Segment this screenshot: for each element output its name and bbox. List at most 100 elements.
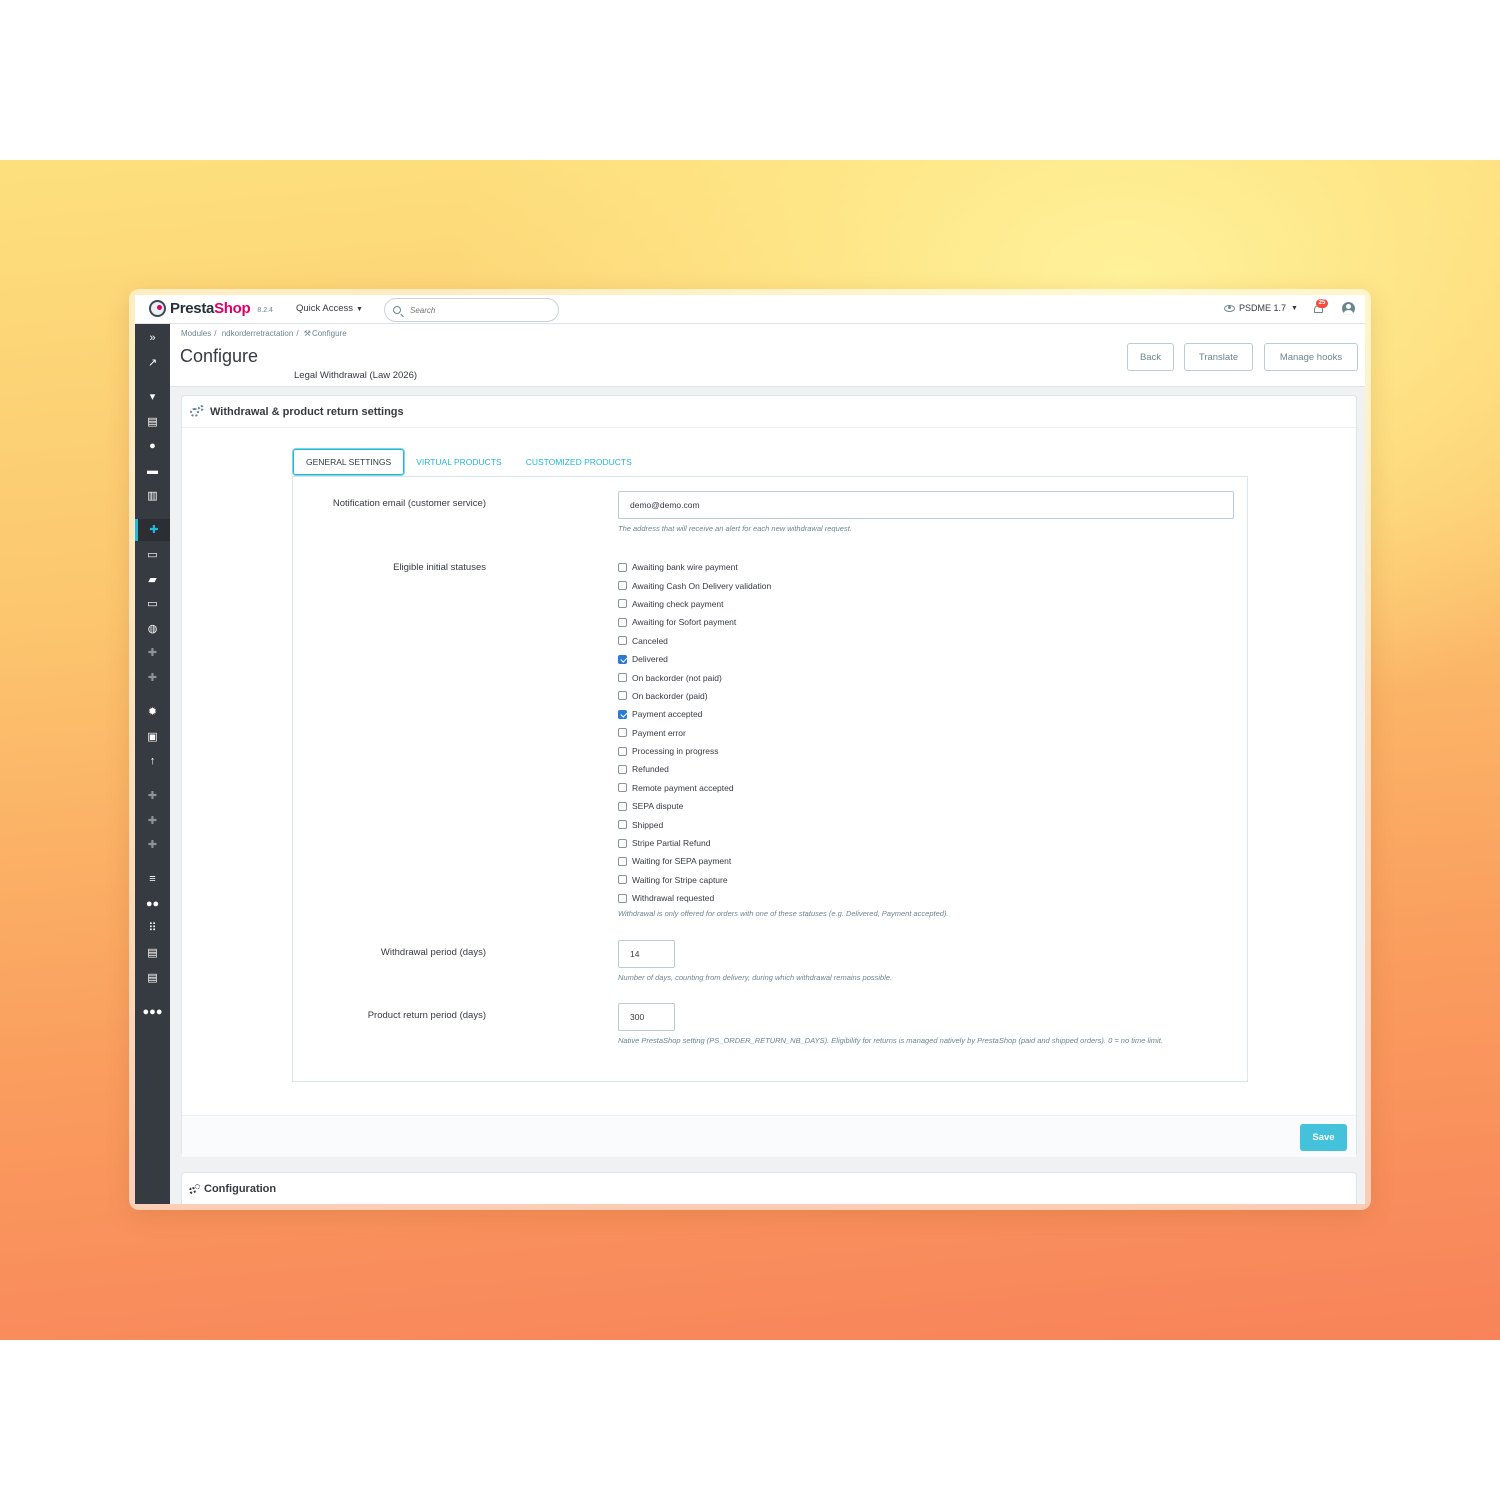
status-checkbox[interactable] — [618, 636, 627, 646]
status-option[interactable]: Delivered — [618, 650, 771, 668]
status-option[interactable]: On backorder (paid) — [618, 687, 771, 705]
status-checkbox[interactable] — [618, 783, 627, 793]
return-period-label: Product return period (days) — [367, 1010, 486, 1021]
puzzle-icon: ✚ — [147, 814, 158, 827]
sidebar-item-service[interactable]: ▬ — [135, 460, 170, 482]
status-option[interactable]: Stripe Partial Refund — [618, 834, 771, 852]
user-account-icon[interactable] — [1342, 302, 1355, 315]
status-checkbox[interactable] — [618, 691, 627, 701]
tab-virtual-products[interactable]: VIRTUAL PRODUCTS — [404, 449, 514, 475]
globe-icon: ◍ — [147, 622, 158, 635]
quick-access-dropdown[interactable]: Quick Access ▼ — [296, 303, 363, 314]
version-label: 8.2.4 — [257, 306, 273, 314]
shop-selector[interactable]: PSDME 1.7 ▼ — [1224, 303, 1298, 313]
prestashop-logo-icon — [149, 300, 166, 317]
prestashop-logo[interactable]: PrestaShop 8.2.4 — [149, 300, 273, 317]
sidebar-item-list[interactable]: ▤ — [135, 967, 170, 989]
search-box[interactable] — [384, 298, 559, 322]
sidebar-item-people[interactable]: ●● — [135, 893, 170, 915]
chat-icon: ▬ — [147, 464, 158, 477]
search-input[interactable] — [410, 305, 550, 315]
status-checkbox[interactable] — [618, 801, 627, 811]
breadcrumb-item[interactable]: ndkorderretractation — [222, 329, 294, 338]
sidebar-item-design[interactable]: ▭ — [135, 544, 170, 566]
sidebar-item-dashboard[interactable]: ↗ — [135, 352, 170, 374]
status-option[interactable]: Awaiting bank wire payment — [618, 558, 771, 576]
back-button[interactable]: Back — [1127, 343, 1174, 371]
sidebar-item-tune[interactable]: ≡ — [135, 868, 170, 890]
tab-customized-products[interactable]: CUSTOMIZED PRODUCTS — [514, 449, 644, 475]
collapse-sidebar-button[interactable]: » — [135, 327, 170, 349]
groups-icon: ●●● — [142, 1005, 163, 1018]
top-bar: PrestaShop 8.2.4 Quick Access▼ PSDME 1.7… — [135, 295, 1365, 324]
manage-hooks-button[interactable]: Manage hooks — [1264, 343, 1358, 371]
status-option[interactable]: Canceled — [618, 632, 771, 650]
status-checkbox[interactable] — [618, 893, 627, 903]
status-option[interactable]: SEPA dispute — [618, 797, 771, 815]
sidebar-item-module-d[interactable]: ✚ — [135, 810, 170, 832]
status-checkbox[interactable] — [618, 581, 627, 591]
sidebar-item-module-b[interactable]: ✚ — [135, 667, 170, 689]
quick-access-label: Quick Access — [296, 303, 354, 314]
status-checkbox[interactable] — [618, 728, 627, 738]
status-option-label: Awaiting Cash On Delivery validation — [632, 580, 772, 591]
status-option[interactable]: Payment accepted — [618, 705, 771, 723]
sidebar-item-toolbox[interactable]: ▤ — [135, 942, 170, 964]
sidebar-item-module-c[interactable]: ✚ — [135, 785, 170, 807]
status-option[interactable]: Processing in progress — [618, 742, 771, 760]
withdrawal-period-input[interactable]: 14 — [618, 940, 675, 968]
sidebar-item-shop-parameters[interactable]: ✹ — [135, 701, 170, 723]
status-option-label: Withdrawal requested — [632, 893, 715, 904]
status-checkbox[interactable] — [618, 856, 627, 866]
status-option[interactable]: Waiting for SEPA payment — [618, 852, 771, 870]
return-period-input[interactable]: 300 — [618, 1003, 675, 1031]
status-checkbox[interactable] — [618, 673, 627, 683]
sidebar-item-international[interactable]: ◍ — [135, 618, 170, 640]
status-checkbox[interactable] — [618, 838, 627, 848]
status-checkbox[interactable] — [618, 764, 627, 774]
sidebar-item-customers[interactable]: ● — [135, 435, 170, 457]
breadcrumb-separator: / — [214, 329, 217, 338]
sidebar-item-orders[interactable]: ▾ — [135, 386, 170, 408]
status-option[interactable]: Remote payment accepted — [618, 779, 771, 797]
status-option[interactable]: Waiting for Stripe capture — [618, 871, 771, 889]
sidebar-item-advanced-parameters[interactable]: ▣ — [135, 726, 170, 748]
status-checkbox[interactable] — [618, 654, 627, 664]
sidebar-item-groups[interactable]: ●●● — [135, 1001, 170, 1023]
status-checkbox[interactable] — [618, 820, 627, 830]
breadcrumb-item[interactable]: Modules — [181, 329, 211, 338]
sidebar-item-modules[interactable]: ✚ — [135, 519, 170, 541]
toolbox-icon: ▤ — [147, 946, 158, 959]
translate-button[interactable]: Translate — [1184, 343, 1253, 371]
sidebar-item-module-e[interactable]: ✚ — [135, 834, 170, 856]
status-option[interactable]: Awaiting check payment — [618, 595, 771, 613]
status-option[interactable]: Refunded — [618, 760, 771, 778]
notifications-button[interactable]: 25 — [1313, 299, 1328, 316]
save-button[interactable]: Save — [1300, 1124, 1347, 1151]
status-checkbox[interactable] — [618, 562, 627, 572]
tab-general-settings[interactable]: GENERAL SETTINGS — [293, 449, 405, 475]
sidebar-item-upgrade[interactable]: ↑ — [135, 750, 170, 772]
status-checkbox[interactable] — [618, 709, 627, 719]
status-option[interactable]: Awaiting Cash On Delivery validation — [618, 576, 771, 594]
sidebar-item-catalog[interactable]: ▤ — [135, 411, 170, 433]
settings-box-icon: ▣ — [147, 730, 158, 743]
status-checkbox[interactable] — [618, 875, 627, 885]
sidebar-item-module-a[interactable]: ✚ — [135, 642, 170, 664]
status-option[interactable]: Payment error — [618, 724, 771, 742]
tune-icon: ≡ — [149, 872, 156, 885]
status-option[interactable]: Shipped — [618, 815, 771, 833]
status-option[interactable]: On backorder (not paid) — [618, 668, 771, 686]
status-option[interactable]: Withdrawal requested — [618, 889, 771, 907]
status-checkbox[interactable] — [618, 617, 627, 627]
gear-icon: ✹ — [147, 705, 158, 718]
status-checkbox[interactable] — [618, 746, 627, 756]
sidebar-item-grid[interactable]: ⠿ — [135, 917, 170, 939]
sidebar-item-payment[interactable]: ▭ — [135, 593, 170, 615]
status-checkbox[interactable] — [618, 599, 627, 609]
status-option[interactable]: Awaiting for Sofort payment — [618, 613, 771, 631]
sidebar-item-stats[interactable]: ▥ — [135, 485, 170, 507]
withdrawal-period-label: Withdrawal period (days) — [380, 947, 486, 958]
email-field[interactable]: demo@demo.com — [618, 491, 1234, 519]
sidebar-item-shipping[interactable]: ▰ — [135, 569, 170, 591]
